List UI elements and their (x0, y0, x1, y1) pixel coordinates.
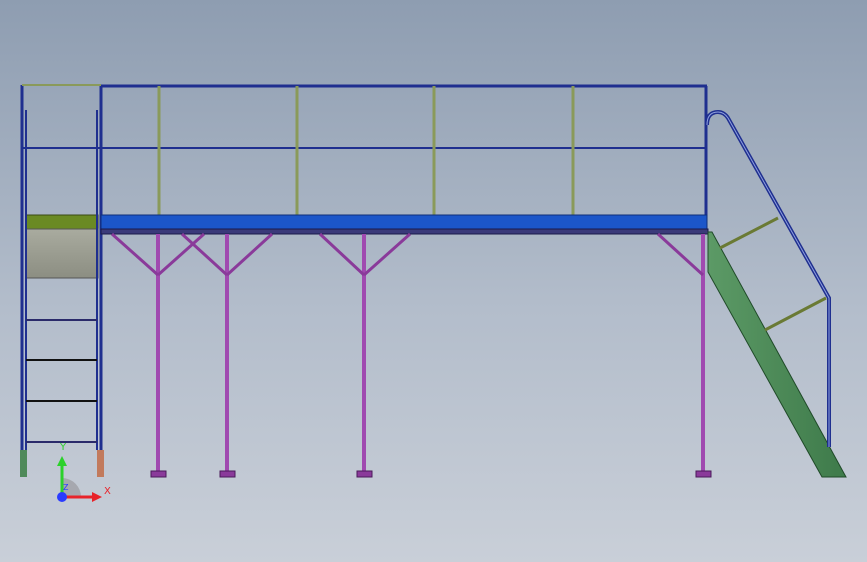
platform-drawing (20, 84, 847, 478)
brace (318, 232, 366, 277)
stair-rail-rung (719, 216, 779, 250)
cad-viewport[interactable]: Y Z X (0, 0, 867, 562)
support-structure (111, 232, 712, 478)
brace (225, 232, 274, 277)
brace (363, 232, 411, 277)
brace (111, 232, 159, 277)
stair-rail-rung (764, 296, 827, 332)
z-axis-label: Z (63, 483, 69, 492)
y-axis-label: Y (60, 442, 67, 453)
deck (100, 214, 709, 235)
post-foot (219, 470, 236, 478)
x-axis-label: X (104, 486, 111, 497)
deck-railing (101, 84, 708, 232)
post-foot (695, 470, 712, 478)
coordinate-triad: Y Z X (50, 440, 120, 510)
deck-beam (100, 228, 709, 235)
post-foot (356, 470, 373, 478)
ladder-assembly (20, 84, 104, 477)
ladder-foot-left (20, 450, 27, 477)
deck-plate (100, 214, 708, 230)
z-axis-dot (57, 492, 67, 502)
stair-assembly (705, 109, 847, 478)
ladder-landing-block (25, 228, 99, 279)
stair-stringer (707, 231, 847, 478)
brace (180, 232, 229, 277)
brace (157, 232, 205, 277)
post-foot (150, 470, 167, 478)
brace (656, 232, 705, 277)
ladder-landing-top (25, 214, 99, 230)
